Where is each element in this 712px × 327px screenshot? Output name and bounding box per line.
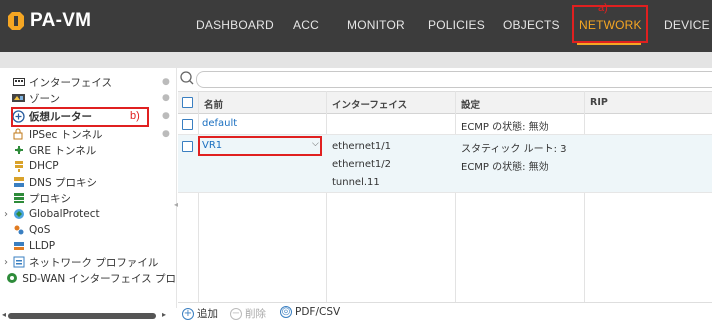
sidebar-item-zones[interactable]: ゾーン ● <box>0 90 176 106</box>
sidebar-item-dhcp[interactable]: DHCP <box>0 158 176 174</box>
sidebar-item-interfaces[interactable]: インターフェイス ● <box>0 74 176 90</box>
paloalto-logo-icon <box>8 12 24 30</box>
sidebar-item-label: ゾーン <box>29 92 60 105</box>
minus-icon: − <box>230 307 242 320</box>
chevron-right-icon[interactable]: › <box>0 209 12 220</box>
zone-icon <box>12 92 25 105</box>
dns-proxy-icon <box>12 176 25 189</box>
sidebar-item-sdwan-interface-profile[interactable]: SD-WAN インターフェイス プロ <box>0 270 176 286</box>
sidebar-item-label: GlobalProtect <box>29 208 100 220</box>
sidebar-item-label: SD-WAN インターフェイス プロ <box>22 272 176 285</box>
search-input[interactable] <box>196 71 712 88</box>
sidebar-item-dns-proxy[interactable]: DNS プロキシ <box>0 174 176 190</box>
sidebar-item-lldp[interactable]: LLDP <box>0 238 176 254</box>
pane-splitter[interactable] <box>176 68 177 308</box>
sidebar-item-globalprotect[interactable]: › GlobalProtect <box>0 206 176 222</box>
config-cell: ECMP の状態: 無効 <box>461 122 549 133</box>
ipsec-tunnel-icon <box>12 128 25 141</box>
row-checkbox[interactable] <box>182 141 193 152</box>
proxy-icon <box>12 192 25 205</box>
sidebar-item-label: インターフェイス <box>29 76 113 89</box>
sidebar-item-label: DNS プロキシ <box>29 176 97 189</box>
secondary-strip <box>0 52 712 68</box>
sidebar-item-network-profiles[interactable]: › ネットワーク プロファイル <box>0 254 176 270</box>
sidebar-item-label: LLDP <box>29 240 56 252</box>
interface-cell: tunnel.11 <box>332 177 380 188</box>
sidebar-item-label: プロキシ <box>29 192 71 205</box>
callout-b-box <box>11 107 149 127</box>
column-header-name[interactable]: 名前 <box>204 97 223 111</box>
table-header: 名前 インターフェイス 設定 RIP <box>178 91 712 114</box>
interface-cell: ethernet1/2 <box>332 159 392 170</box>
interface-cell: ethernet1/1 <box>332 141 392 152</box>
splitter-grip-icon[interactable]: ◂ <box>174 200 178 209</box>
dhcp-icon <box>12 160 25 173</box>
nav-acc[interactable]: ACC <box>293 18 319 32</box>
sidebar-item-ipsec-tunnels[interactable]: IPSec トンネル ● <box>0 126 176 142</box>
qos-icon <box>12 224 25 237</box>
sidebar-item-proxy[interactable]: プロキシ <box>0 190 176 206</box>
table-row[interactable]: default ECMP の状態: 無効 <box>178 114 712 135</box>
nav-dashboard[interactable]: DASHBOARD <box>196 18 274 32</box>
sidebar-item-label: ネットワーク プロファイル <box>29 256 159 269</box>
sidebar-item-label: QoS <box>29 224 51 236</box>
nav-device[interactable]: DEVICE <box>664 18 710 32</box>
router-name-link[interactable]: default <box>202 118 237 129</box>
nav-objects[interactable]: OBJECTS <box>503 18 560 32</box>
callout-b-label: b) <box>130 110 140 122</box>
network-profiles-icon <box>12 256 25 269</box>
sidebar-item-label: GRE トンネル <box>29 144 97 157</box>
chevron-right-icon[interactable]: › <box>0 257 12 268</box>
select-all-checkbox[interactable] <box>182 97 193 108</box>
row-checkbox[interactable] <box>182 119 193 130</box>
sidebar-item-gre-tunnels[interactable]: GRE トンネル <box>0 142 176 158</box>
globalprotect-icon <box>12 208 25 221</box>
sidebar-item-label: DHCP <box>29 160 59 172</box>
gre-tunnel-icon <box>12 144 25 157</box>
callout-vr1-box <box>198 136 322 156</box>
column-header-rip[interactable]: RIP <box>590 97 608 108</box>
callout-a-label: a) <box>598 2 608 14</box>
pdf-csv-button[interactable]: ◎ PDF/CSV <box>280 306 340 318</box>
search-icon[interactable] <box>179 70 195 86</box>
lldp-icon <box>12 240 25 253</box>
add-button[interactable]: + 追加 <box>182 306 218 321</box>
interface-icon <box>12 76 25 89</box>
config-cell: スタティック ルート: 3 <box>461 144 567 155</box>
column-header-interface[interactable]: インターフェイス <box>332 97 407 111</box>
sidebar-item-label: IPSec トンネル <box>29 128 103 141</box>
sidebar-item-qos[interactable]: QoS <box>0 222 176 238</box>
nav-policies[interactable]: POLICIES <box>428 18 485 32</box>
sidebar-horizontal-scrollbar[interactable] <box>8 313 156 319</box>
config-cell: ECMP の状態: 無効 <box>461 162 549 173</box>
app-title: PA-VM <box>30 10 92 31</box>
nav-monitor[interactable]: MONITOR <box>347 18 405 32</box>
scroll-right-icon[interactable]: ▸ <box>162 310 166 319</box>
sdwan-icon <box>6 272 18 285</box>
delete-button[interactable]: − 削除 <box>230 306 266 321</box>
scroll-left-icon[interactable]: ◂ <box>2 310 6 319</box>
logo: PA-VM <box>8 10 91 32</box>
pdf-icon: ◎ <box>280 306 292 318</box>
column-header-config[interactable]: 設定 <box>461 97 480 111</box>
callout-a-box <box>572 5 648 43</box>
plus-icon: + <box>182 307 194 320</box>
